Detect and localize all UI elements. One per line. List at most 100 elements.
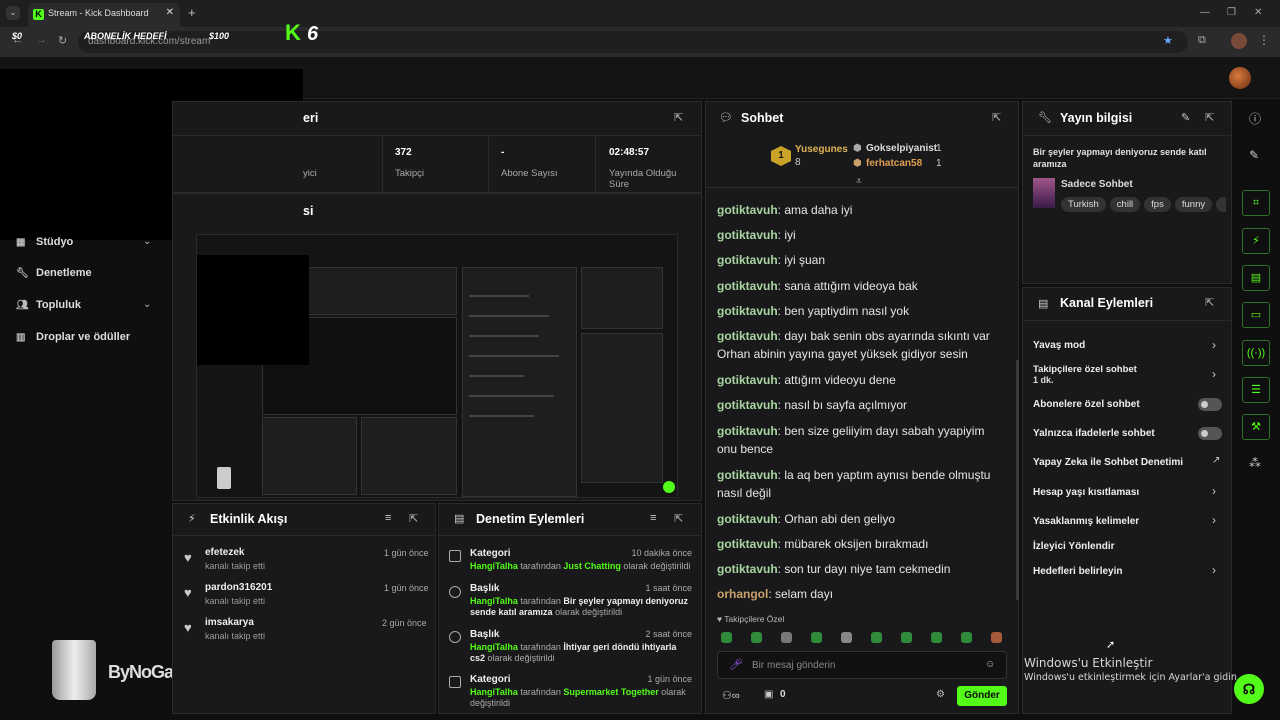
slow-mode-row[interactable]: Yavaş mod — [1033, 340, 1085, 351]
expand-icon[interactable]: ⇱ — [409, 512, 418, 525]
bookmark-star-icon[interactable]: ★ — [1163, 34, 1173, 47]
maximize-icon[interactable]: ❐ — [1227, 7, 1236, 18]
chat-username[interactable]: gotiktavuh — [717, 304, 778, 318]
chat-username[interactable]: gotiktavuh — [717, 562, 778, 576]
list-icon[interactable]: ☰ — [1242, 377, 1270, 403]
emote-icon[interactable] — [811, 632, 822, 643]
microphone-icon[interactable]: 🎤︎ — [729, 658, 743, 671]
account-age-row[interactable]: Hesap yaşı kısıtlaması — [1033, 487, 1139, 498]
chevron-right-icon[interactable]: › — [1212, 484, 1216, 498]
new-tab-icon[interactable]: + — [188, 5, 196, 20]
emote-icon[interactable] — [931, 632, 942, 643]
close-tab-icon[interactable]: ✕ — [166, 7, 174, 18]
followers-only-row[interactable]: Takipçilere özel sohbet — [1033, 364, 1137, 375]
minimize-icon[interactable]: — — [1200, 7, 1210, 18]
emote-icon[interactable] — [961, 632, 972, 643]
user-avatar[interactable] — [1229, 67, 1251, 89]
chat-username[interactable]: gotiktavuh — [717, 253, 778, 267]
scene-icon[interactable]: ⌗ — [1242, 190, 1270, 216]
emote-icon[interactable] — [901, 632, 912, 643]
moderator-name[interactable]: HangiTalha — [470, 642, 518, 652]
chevron-down-icon[interactable]: ⌄ — [143, 236, 151, 247]
follower-name[interactable]: imsakarya — [205, 617, 254, 628]
chevron-right-icon[interactable]: › — [1212, 338, 1216, 352]
chat-icon[interactable]: ▭ — [1242, 302, 1270, 328]
moderator-name[interactable]: HangiTalha — [470, 687, 518, 697]
chat-scrollbar[interactable] — [1016, 360, 1019, 600]
profile-avatar[interactable] — [1231, 33, 1247, 49]
browser-menu-icon[interactable]: ⋮ — [1258, 33, 1270, 47]
chat-username[interactable]: gotiktavuh — [717, 203, 778, 217]
emote-icon[interactable] — [751, 632, 762, 643]
chat-username[interactable]: gotiktavuh — [717, 512, 778, 526]
chat-username[interactable]: orhangol — [717, 587, 768, 601]
chat-username[interactable]: gotiktavuh — [717, 228, 778, 242]
sidebar-item-community[interactable]: 👥︎ Topluluk — [16, 299, 81, 311]
chat-username[interactable]: gotiktavuh — [717, 373, 778, 387]
follower-name[interactable]: efetezek — [205, 547, 244, 558]
browser-tab[interactable]: K Stream - Kick Dashboard ✕ — [28, 3, 180, 27]
chat-username[interactable]: gotiktavuh — [717, 424, 778, 438]
emote-icon[interactable] — [721, 632, 732, 643]
send-button[interactable]: Gönder — [957, 686, 1007, 706]
emotes-only-toggle[interactable] — [1198, 427, 1222, 440]
tab-search-icon[interactable]: ⌄ — [6, 6, 20, 20]
chat-username[interactable]: gotiktavuh — [717, 329, 778, 343]
edit-pencil-icon[interactable]: ✎ — [1181, 111, 1190, 124]
support-headset-icon[interactable]: ☊ — [1234, 674, 1264, 704]
emote-icon[interactable] — [871, 632, 882, 643]
banned-words-row[interactable]: Yasaklanmış kelimeler — [1033, 516, 1139, 527]
chat-settings-gear-icon[interactable]: ⚙ — [936, 689, 945, 700]
emote-icon[interactable] — [841, 632, 852, 643]
chevron-right-icon[interactable]: › — [1212, 367, 1216, 381]
stream-preview-video[interactable] — [196, 234, 678, 498]
url-field[interactable]: dashboard.kick.com/stream — [78, 31, 1188, 53]
filter-icon[interactable]: ≡ — [385, 512, 391, 524]
ai-moderation-row[interactable]: Yapay Zeka ile Sohbet Denetimi — [1033, 457, 1183, 468]
subscribers-only-toggle[interactable] — [1198, 398, 1222, 411]
users-infinity-icon[interactable]: ⚇∞ — [722, 689, 740, 702]
chevron-down-icon[interactable]: ⌄ — [143, 299, 151, 310]
pencil-icon[interactable]: ✎ — [1249, 148, 1259, 162]
chevron-right-icon[interactable]: › — [1212, 513, 1216, 527]
reload-icon[interactable]: ↻ — [58, 34, 67, 47]
chat-username[interactable]: gotiktavuh — [717, 468, 778, 482]
leader-name[interactable]: Gokselpiyanist — [866, 143, 937, 154]
expand-icon[interactable]: ⇱ — [674, 111, 683, 124]
moderator-name[interactable]: HangiTalha — [470, 596, 518, 606]
external-link-icon[interactable]: ↗ — [1212, 455, 1220, 466]
sidebar-item-moderation[interactable]: 🔧︎ Denetleme — [16, 267, 92, 279]
emote-icon[interactable] — [781, 632, 792, 643]
collapse-leaders-icon[interactable]: ⩡ — [856, 176, 862, 187]
follower-name[interactable]: pardon316201 — [205, 582, 272, 593]
expand-icon[interactable]: ⇱ — [1205, 111, 1214, 124]
chat-username[interactable]: gotiktavuh — [717, 279, 778, 293]
emoji-icon[interactable]: ☺ — [985, 659, 995, 670]
info-icon[interactable]: ⓘ — [1249, 110, 1261, 127]
moderator-name[interactable]: HangiTalha — [470, 561, 518, 571]
chevron-right-icon[interactable]: › — [1212, 563, 1216, 577]
chat-message-input[interactable]: Bir mesaj gönderin — [717, 651, 1007, 679]
add-widget-icon[interactable]: ⁂ — [1249, 456, 1261, 470]
document-icon[interactable]: ▤ — [1242, 265, 1270, 291]
forward-icon[interactable]: → — [36, 34, 47, 46]
expand-icon[interactable]: ⇱ — [1205, 296, 1214, 309]
sidebar-item-drops[interactable]: ▥ Droplar ve ödüller — [16, 331, 130, 343]
broadcast-icon[interactable]: ((·)) — [1242, 340, 1270, 366]
category-name[interactable]: Sadece Sohbet — [1061, 179, 1133, 190]
leader-name[interactable]: ferhatcan58 — [866, 158, 922, 169]
expand-icon[interactable]: ⇱ — [992, 111, 1001, 124]
expand-icon[interactable]: ⇱ — [674, 512, 683, 525]
emote-icon[interactable] — [991, 632, 1002, 643]
host-viewers-row[interactable]: İzleyici Yönlendir — [1033, 541, 1115, 552]
wrench-tool-icon[interactable]: ⚒ — [1242, 414, 1270, 440]
sidebar-item-studio[interactable]: ▦ Stüdyo — [16, 236, 73, 248]
window-close-icon[interactable]: ✕ — [1254, 7, 1262, 18]
extensions-icon[interactable]: ⧉ — [1198, 34, 1206, 47]
lightning-icon[interactable]: ⚡︎ — [1242, 228, 1270, 254]
chat-username[interactable]: gotiktavuh — [717, 398, 778, 412]
filter-icon[interactable]: ≡ — [650, 512, 656, 524]
leader-name[interactable]: Yusegunes — [795, 144, 848, 155]
goals-row[interactable]: Hedefleri belirleyin — [1033, 566, 1122, 577]
chat-username[interactable]: gotiktavuh — [717, 537, 778, 551]
